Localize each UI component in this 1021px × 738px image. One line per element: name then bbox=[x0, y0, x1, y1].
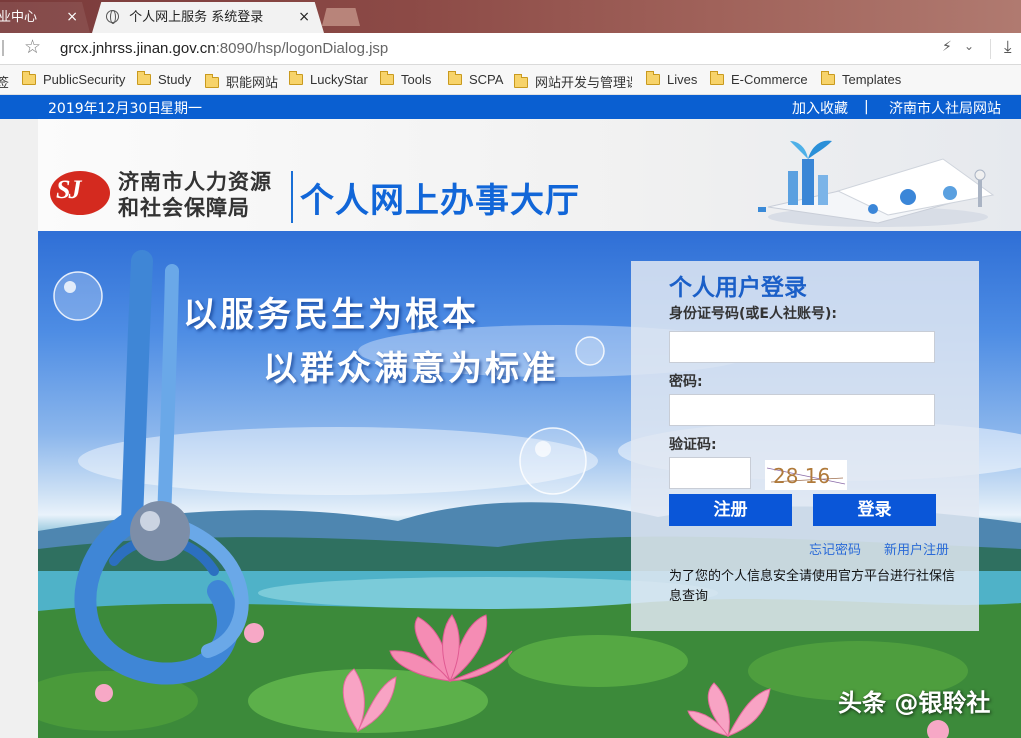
captcha-label: 验证码: bbox=[669, 437, 717, 453]
tab-inactive-label: 业中心 bbox=[0, 10, 38, 25]
new-tab-button[interactable] bbox=[322, 8, 360, 26]
hall-title: 个人网上办事大厅 bbox=[300, 181, 580, 221]
bookmark-star-icon[interactable]: ☆ bbox=[24, 36, 41, 58]
id-label: 身份证号码(或E人社账号): bbox=[669, 306, 837, 322]
page-gutter bbox=[0, 119, 38, 738]
bookmark-item[interactable]: 网站开发与管理课 bbox=[514, 72, 632, 91]
bookmark-item[interactable]: 签 bbox=[0, 72, 9, 91]
folder-icon bbox=[710, 71, 724, 85]
bookmark-item[interactable]: LuckyStar bbox=[289, 71, 368, 87]
bookmark-label: E-Commerce bbox=[731, 72, 808, 87]
bookmark-item[interactable]: SCPA bbox=[448, 71, 504, 87]
logo-text: SJ bbox=[56, 175, 82, 204]
folder-icon bbox=[448, 71, 462, 85]
bookmark-label: Lives bbox=[667, 72, 698, 87]
bookmark-label: SCPA bbox=[469, 72, 504, 87]
id-number-input[interactable] bbox=[669, 331, 935, 363]
security-notice: 为了您的个人信息安全请使用官方平台进行社保信息查询 bbox=[669, 569, 956, 604]
org-name: 济南市人力资源 和社会保障局 bbox=[118, 169, 272, 221]
bureau-site-link[interactable]: 济南市人社局网站 bbox=[889, 98, 1001, 118]
toolbar-divider bbox=[990, 39, 991, 59]
tab-active-label: 个人网上服务 系统登录 bbox=[129, 10, 264, 25]
site-header: SJ 济南市人力资源 和社会保障局 个人网上办事大厅 bbox=[38, 119, 1021, 231]
tab-close-icon[interactable]: × bbox=[66, 2, 78, 33]
header-divider bbox=[291, 171, 293, 223]
bookmark-item[interactable]: Templates bbox=[821, 71, 902, 87]
url-host: grcx.jnhrss.jinan.gov.cn bbox=[60, 40, 216, 57]
bookmark-item[interactable]: Tools bbox=[380, 71, 432, 87]
site-top-bar: 2019年12月30日 星期一 加入收藏 | 济南市人社局网站 bbox=[0, 95, 1021, 119]
folder-icon bbox=[514, 74, 528, 88]
add-favorite-link[interactable]: 加入收藏 bbox=[792, 98, 848, 118]
folder-icon bbox=[289, 71, 303, 85]
current-weekday: 星期一 bbox=[160, 101, 202, 117]
bookmark-label: 职能网站 bbox=[226, 75, 279, 90]
back-indicator-icon bbox=[2, 40, 5, 56]
slogan-secondary: 以群众满意为标准 bbox=[263, 349, 559, 389]
folder-icon bbox=[646, 71, 660, 85]
captcha-input[interactable] bbox=[669, 457, 751, 489]
org-name-line1: 济南市人力资源 bbox=[118, 170, 272, 194]
bureau-logo: SJ bbox=[50, 171, 110, 215]
bookmark-item[interactable]: E-Commerce bbox=[710, 71, 808, 87]
bookmark-label: 签 bbox=[0, 75, 10, 90]
tab-inactive[interactable]: 业中心 × bbox=[0, 2, 90, 33]
bookmark-label: LuckyStar bbox=[310, 72, 368, 87]
bookmark-item[interactable]: PublicSecurity bbox=[22, 71, 126, 87]
forgot-password-link[interactable]: 忘记密码 bbox=[809, 539, 861, 558]
login-panel: 个人用户登录 身份证号码(或E人社账号): 密码: 验证码: 28 16 注册 … bbox=[631, 261, 979, 631]
password-label: 密码: bbox=[669, 374, 703, 390]
bookmark-label: Templates bbox=[842, 72, 902, 87]
browser-tab-strip: 业中心 × 个人网上服务 系统登录 × bbox=[0, 0, 1021, 33]
org-name-line2: 和社会保障局 bbox=[118, 196, 250, 220]
captcha-text: 28 16 bbox=[773, 464, 830, 488]
header-illustration bbox=[758, 140, 995, 227]
link-separator: | bbox=[864, 99, 869, 115]
chevron-down-icon[interactable]: ⌄ bbox=[964, 39, 974, 53]
login-button[interactable]: 登录 bbox=[813, 494, 936, 526]
bookmarks-bar: 签 PublicSecurity Study 职能网站 LuckyStar To… bbox=[0, 65, 1021, 95]
current-date: 2019年12月30日 bbox=[48, 101, 162, 117]
tab-active[interactable]: 个人网上服务 系统登录 × bbox=[92, 2, 324, 33]
url-field[interactable]: grcx.jnhrss.jinan.gov.cn:8090/hsp/logonD… bbox=[60, 40, 388, 57]
lightning-icon[interactable]: ⚡ bbox=[942, 39, 952, 55]
tab-close-icon[interactable]: × bbox=[298, 2, 310, 33]
bookmark-label: Tools bbox=[401, 72, 432, 87]
address-bar: ☆ grcx.jnhrss.jinan.gov.cn:8090/hsp/logo… bbox=[0, 33, 1021, 65]
globe-icon bbox=[106, 10, 119, 24]
hero-banner: 以服务民生为根本 以群众满意为标准 个人用户登录 身份证号码(或E人社账号): … bbox=[38, 231, 1021, 738]
folder-icon bbox=[137, 71, 151, 85]
register-button[interactable]: 注册 bbox=[669, 494, 792, 526]
bookmark-item[interactable]: Study bbox=[137, 71, 192, 87]
bookmark-item[interactable]: 职能网站 bbox=[205, 72, 278, 91]
new-user-register-link[interactable]: 新用户注册 bbox=[884, 539, 949, 558]
url-path: :8090/hsp/logonDialog.jsp bbox=[215, 40, 389, 57]
folder-icon bbox=[205, 74, 219, 88]
watermark: 头条 @银聆社 bbox=[838, 689, 991, 717]
slogan-primary: 以服务民生为根本 bbox=[183, 295, 479, 335]
login-title: 个人用户登录 bbox=[669, 275, 807, 301]
folder-icon bbox=[380, 71, 394, 85]
folder-icon bbox=[821, 71, 835, 85]
password-input[interactable] bbox=[669, 394, 935, 426]
bookmark-label: PublicSecurity bbox=[43, 72, 126, 87]
folder-icon bbox=[22, 71, 36, 85]
bookmark-item[interactable]: Lives bbox=[646, 71, 698, 87]
bookmark-label: Study bbox=[158, 72, 192, 87]
captcha-image[interactable]: 28 16 bbox=[765, 460, 847, 490]
bookmark-label: 网站开发与管理课 bbox=[535, 75, 632, 90]
download-icon[interactable]: ⤓ bbox=[1004, 37, 1012, 57]
